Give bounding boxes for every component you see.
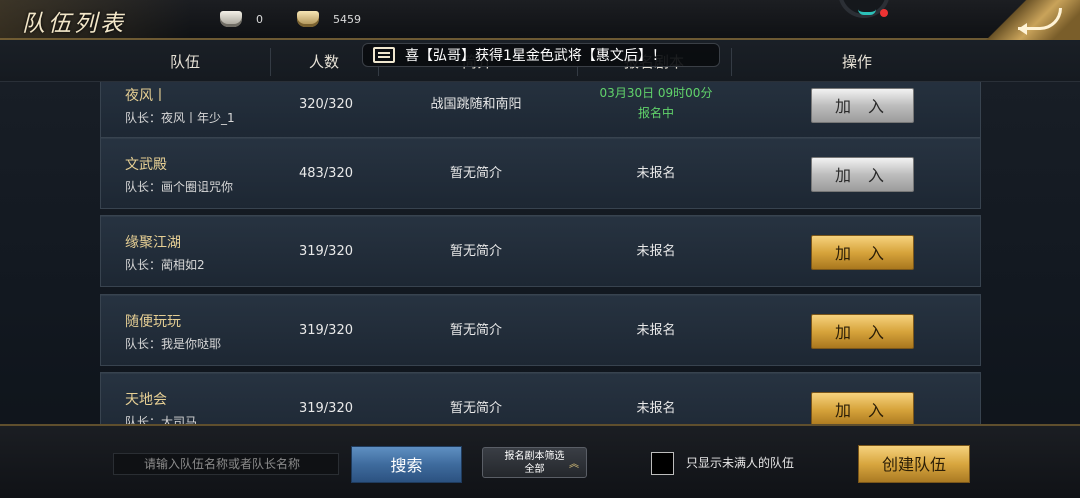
gold-ingot-icon (297, 11, 319, 27)
ticker-text: 喜【弘哥】获得1星金色武将【惠文后】！ (405, 48, 666, 64)
team-name: 夜风丨 (125, 88, 167, 104)
team-status: 未报名 (636, 244, 676, 259)
team-intro: 暂无简介 (449, 166, 502, 181)
team-intro: 暂无简介 (449, 401, 502, 416)
team-count: 319/320 (298, 401, 353, 416)
back-arrow-icon (1018, 8, 1062, 35)
page-title: 队伍列表 (22, 11, 126, 37)
search-button[interactable]: 搜索 (351, 446, 462, 483)
team-intro: 暂无简介 (449, 244, 502, 259)
team-leader: 队长：我是你哒耶 (125, 337, 222, 351)
team-count: 319/320 (298, 323, 353, 338)
join-button[interactable]: 加 入 (811, 392, 914, 424)
header-team: 队伍 (169, 53, 200, 71)
team-list-screen: 队伍列表 0 5459 队伍 人数 简介 报名剧本 操作 喜【弘哥】获得1星金色… (0, 0, 1080, 498)
join-button[interactable]: 加 入 (811, 88, 914, 123)
script-filter-dropdown[interactable]: 报名剧本筛选 全部 ︽ (482, 447, 587, 478)
team-leader: 队长：大司马 (125, 415, 198, 424)
team-row: 缘聚江湖 队长：蔺相如2 319/320 暂无简介 未报名 加 入 (100, 215, 981, 287)
team-intro: 暂无简介 (449, 323, 502, 338)
notification-dot-icon (880, 9, 888, 17)
chevron-up-icon: ︽ (569, 459, 579, 470)
gold-currency: 5459 (297, 9, 361, 29)
team-leader: 队长：夜风丨年少_1 (125, 111, 235, 125)
only-not-full-checkbox[interactable] (651, 452, 674, 475)
team-count: 483/320 (298, 166, 353, 181)
team-list[interactable]: 夜风丨 队长：夜风丨年少_1 320/320 战国跳随和南阳 03月30日 09… (0, 82, 1080, 424)
signup-time: 03月30日 09时00分 (599, 86, 713, 100)
team-row: 文武殿 队长：画个圈诅咒你 483/320 暂无简介 未报名 加 入 (100, 137, 981, 209)
team-status: 未报名 (636, 401, 676, 416)
back-button[interactable] (985, 0, 1080, 40)
team-leader: 队长：蔺相如2 (125, 258, 205, 272)
signup-status: 报名中 (637, 106, 674, 120)
join-button[interactable]: 加 入 (811, 314, 914, 349)
join-button[interactable]: 加 入 (811, 157, 914, 192)
join-button[interactable]: 加 入 (811, 235, 914, 270)
team-row: 随便玩玩 队长：我是你哒耶 319/320 暂无简介 未报名 加 入 (100, 294, 981, 366)
scroll-notice-icon (373, 47, 395, 63)
team-leader: 队长：画个圈诅咒你 (125, 180, 234, 194)
silver-amount: 0 (256, 12, 263, 26)
top-bar: 队伍列表 0 5459 (0, 0, 1080, 40)
team-status: 03月30日 09时00分 报名中 (581, 82, 731, 141)
team-intro: 战国跳随和南阳 (430, 97, 522, 112)
silver-currency: 0 (220, 9, 263, 29)
team-name: 文武殿 (125, 157, 167, 173)
bottom-bar: 搜索 报名剧本筛选 全部 ︽ 只显示未满人的队伍 创建队伍 (0, 424, 1080, 498)
search-input[interactable] (113, 453, 339, 475)
team-row: 天地会 队长：大司马 319/320 暂无简介 未报名 加 入 (100, 372, 981, 424)
team-count: 320/320 (298, 97, 353, 112)
team-count: 319/320 (298, 244, 353, 259)
create-team-button[interactable]: 创建队伍 (858, 445, 970, 483)
header-action: 操作 (841, 53, 872, 71)
announcement-ticker: 喜【弘哥】获得1星金色武将【惠文后】！ (362, 43, 720, 67)
team-status: 未报名 (636, 323, 676, 338)
team-name: 随便玩玩 (125, 314, 181, 330)
only-not-full-label: 只显示未满人的队伍 (686, 456, 795, 470)
team-name: 缘聚江湖 (125, 235, 181, 251)
silver-ingot-icon (220, 11, 242, 27)
team-status: 未报名 (636, 166, 676, 181)
gold-amount: 5459 (333, 12, 361, 26)
team-row: 夜风丨 队长：夜风丨年少_1 320/320 战国跳随和南阳 03月30日 09… (100, 82, 981, 140)
team-name: 天地会 (125, 392, 167, 408)
